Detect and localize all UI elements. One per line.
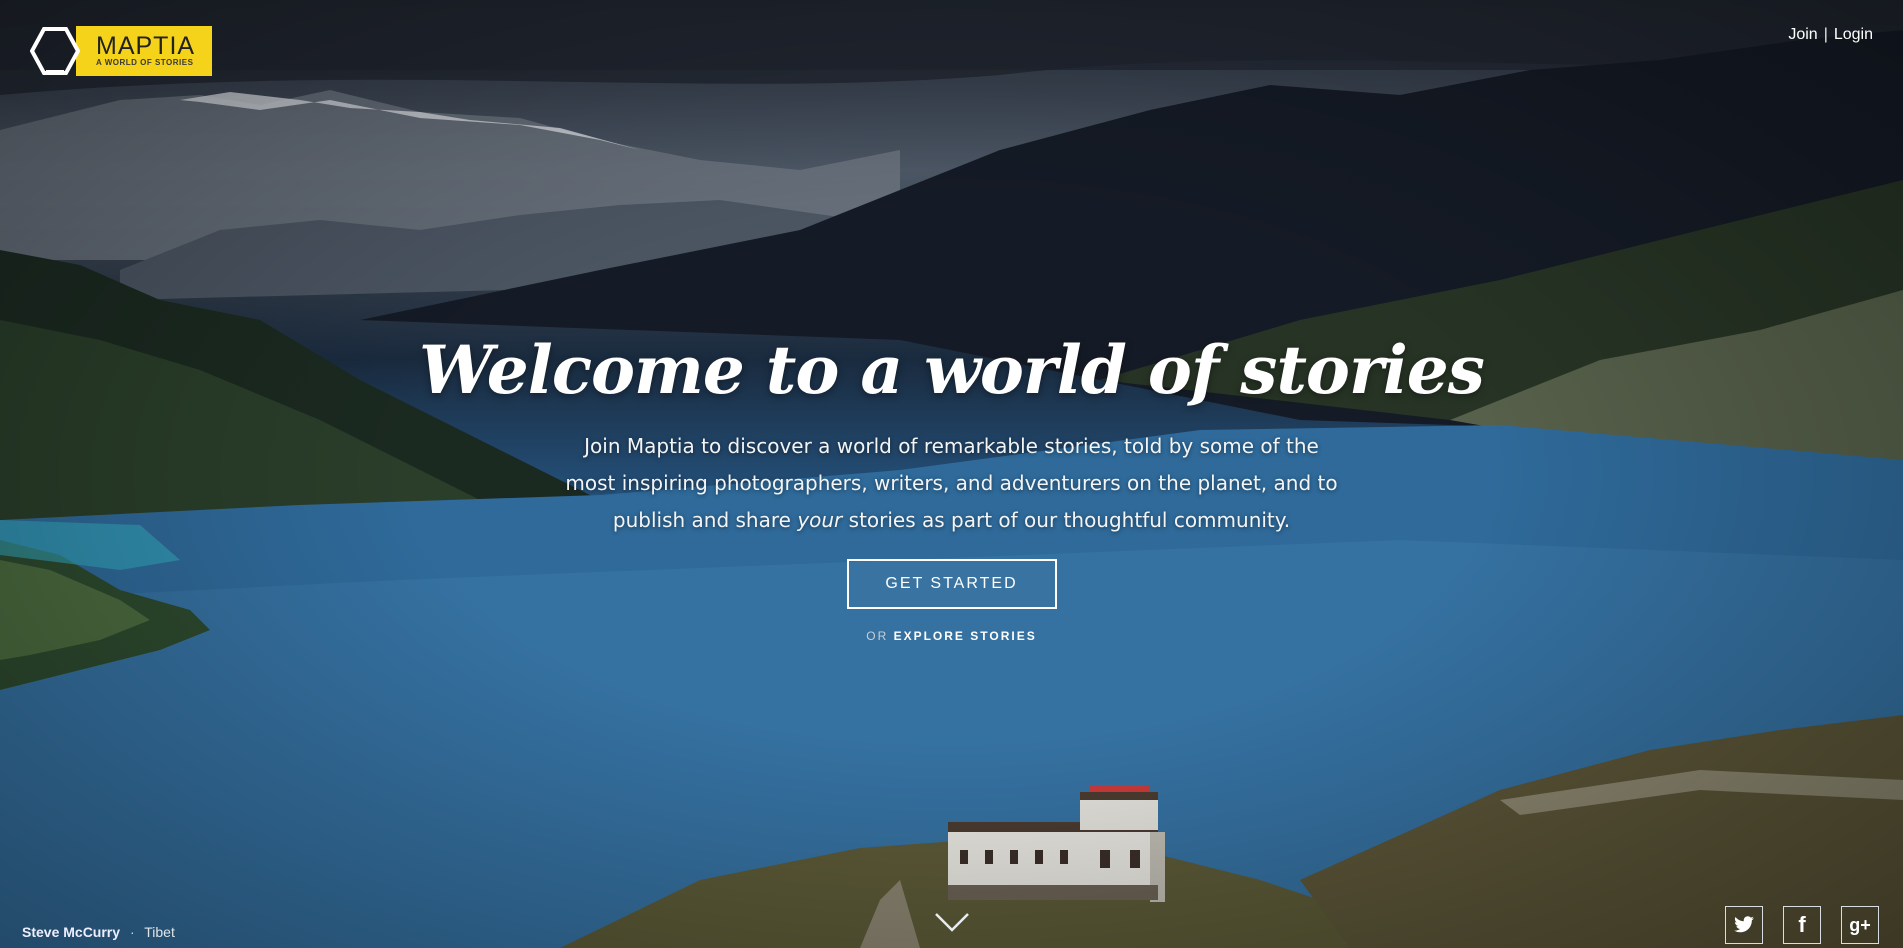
get-started-button[interactable]: GET STARTED (846, 559, 1057, 609)
photo-credit: Steve McCurry · Tibet (22, 924, 175, 940)
facebook-glyph: f (1798, 912, 1806, 937)
social-links: f g+ (1725, 906, 1879, 944)
google-plus-glyph: g+ (1849, 914, 1871, 935)
login-link[interactable]: Login (1834, 26, 1873, 44)
explore-prefix: OR (866, 629, 889, 643)
brand-name: MAPTIA (96, 32, 196, 60)
lede-text-end: stories as part of our thoughtful commun… (842, 508, 1291, 532)
explore-stories-row: OR EXPLORE STORIES (0, 629, 1903, 643)
twitter-icon[interactable] (1725, 906, 1763, 944)
facebook-icon[interactable]: f (1783, 906, 1821, 944)
lede-emphasis: your (797, 508, 843, 532)
google-plus-icon[interactable]: g+ (1841, 906, 1879, 944)
hero-content: Welcome to a world of stories Join Mapti… (0, 330, 1903, 643)
brand-tagline: A WORLD OF STORIES (96, 58, 194, 67)
photographer-link[interactable]: Steve McCurry (22, 924, 120, 940)
credit-separator: · (129, 924, 135, 940)
account-nav: Join | Login (1788, 26, 1873, 44)
location-link[interactable]: Tibet (144, 924, 175, 940)
logo-plate: MAPTIA A WORLD OF STORIES (76, 26, 212, 76)
chevron-down-icon[interactable] (934, 910, 970, 934)
explore-stories-link[interactable]: EXPLORE STORIES (894, 629, 1037, 643)
nav-separator: | (1823, 26, 1828, 43)
maptia-logo[interactable]: MAPTIA A WORLD OF STORIES (29, 26, 212, 76)
hexagon-logo-icon (29, 26, 81, 76)
join-link[interactable]: Join (1788, 26, 1817, 44)
hero-lede: Join Maptia to discover a world of remar… (557, 428, 1347, 539)
hero-headline: Welcome to a world of stories (419, 331, 1485, 409)
